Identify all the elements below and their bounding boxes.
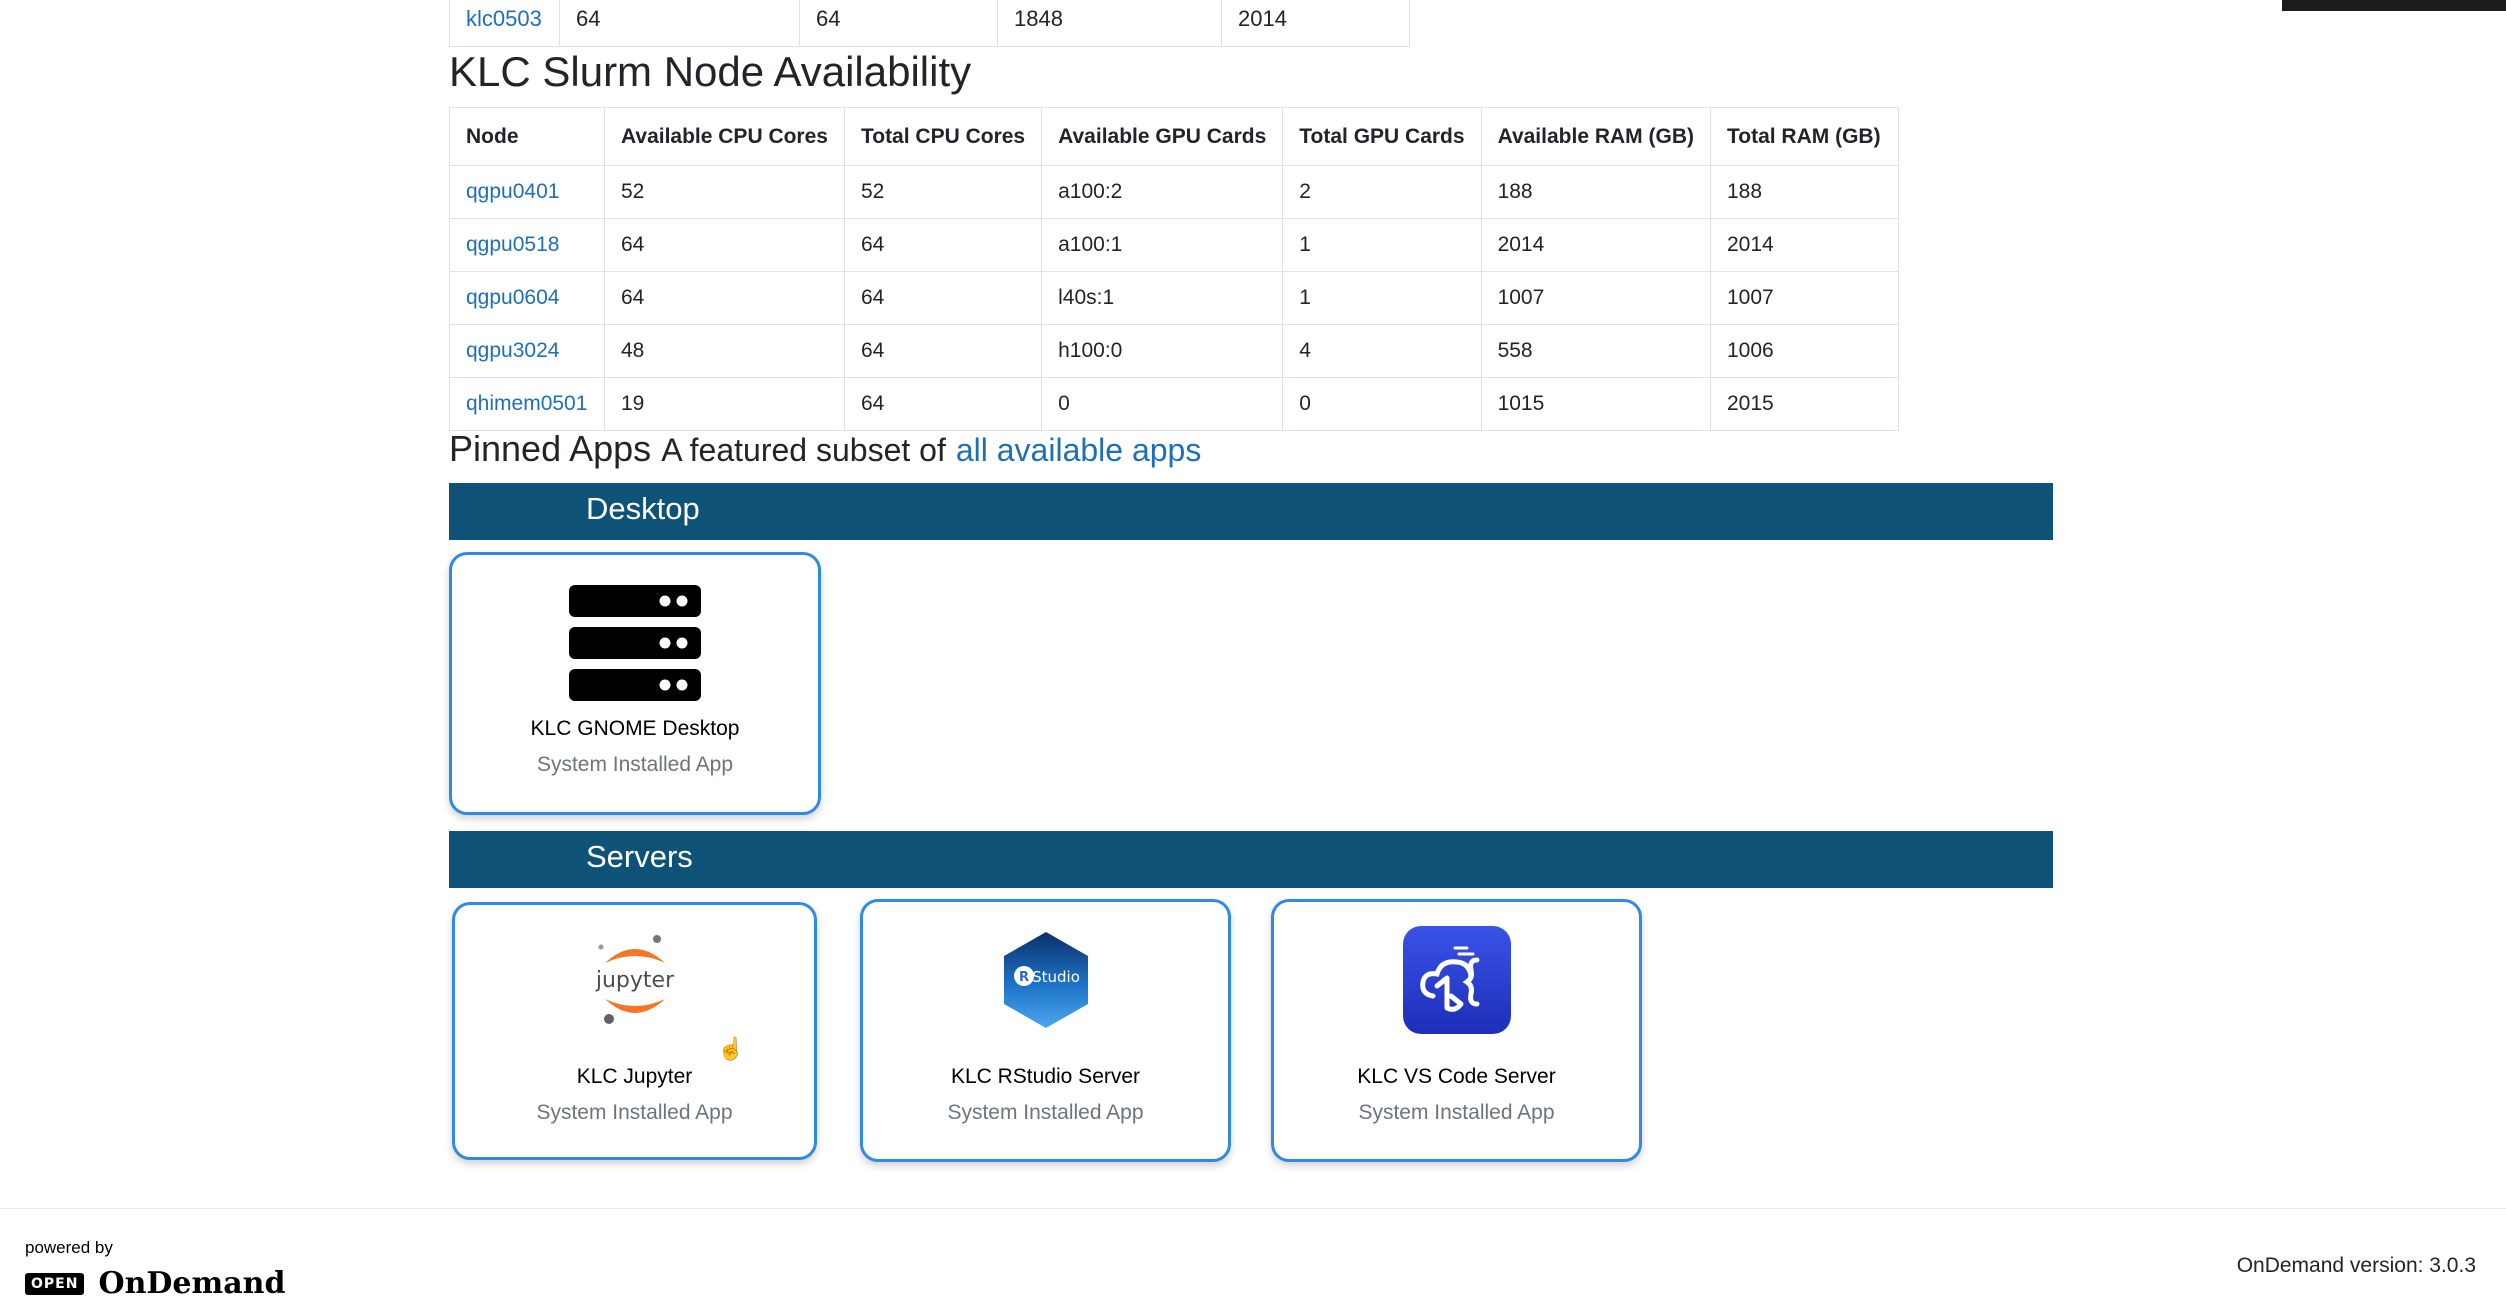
node-link[interactable]: klc0503 [466,6,542,31]
app-card-rstudio[interactable]: R Studio KLC RStudio Server System Insta… [860,899,1231,1162]
table-cell: l40s:1 [1041,271,1284,325]
app-name: KLC VS Code Server [1357,1065,1556,1088]
table-cell: 0 [1282,377,1482,431]
pinned-apps-heading: Pinned Apps A featured subset of all ava… [449,428,1201,470]
server-icon [569,585,701,701]
table-cell: 2 [1282,165,1482,219]
table-cell: 48 [604,324,845,378]
table-cell: 64 [604,271,845,325]
table-cell: h100:0 [1041,324,1284,378]
category-servers: Servers [449,831,2053,888]
table-cell: 4 [1282,324,1482,378]
rstudio-icon: R Studio [1000,930,1092,1030]
table-cell: 64 [843,324,1043,378]
column-header: Total CPU Cores [843,107,1043,166]
all-apps-link[interactable]: all available apps [956,432,1202,468]
ondemand-wordmark: OnDemand [98,1266,286,1301]
table-cell: 2014 [1221,0,1410,47]
table-cell: 52 [604,165,845,219]
footer [0,1208,2506,1298]
jupyter-icon: jupyter [587,929,683,1029]
pinned-apps-subtitle: A featured subset of [661,432,946,468]
table-cell: 2014 [1709,218,1899,272]
node-cell[interactable]: qgpu0518 [449,218,605,272]
table-cell: 558 [1480,324,1711,378]
table-cell: 2015 [1709,377,1899,431]
ondemand-version: OnDemand version: 3.0.3 [2236,1254,2476,1277]
app-type: System Installed App [1358,1101,1555,1124]
node-cell[interactable]: qgpu0604 [449,271,605,325]
table-cell: 1015 [1480,377,1711,431]
table-cell: 1 [1282,218,1482,272]
table-cell: 1007 [1480,271,1711,325]
node-link[interactable]: qgpu0518 [466,233,559,256]
app-type: System Installed App [536,753,734,776]
column-header: Total RAM (GB) [1709,107,1899,166]
ondemand-logo[interactable]: OPEN OnDemand [25,1266,285,1301]
open-badge: OPEN [25,1272,85,1295]
node-cell[interactable]: qhimem0501 [449,377,605,431]
node-link[interactable]: qgpu0604 [466,286,559,309]
table-row: qhimem0501 19 64 0 0 1015 2015 [449,377,1899,431]
table-row: qgpu0401 52 52 a100:2 2 188 188 [449,165,1899,219]
app-name: KLC GNOME Desktop [530,717,740,740]
table-cell: a100:2 [1041,165,1284,219]
table-row: qgpu0604 64 64 l40s:1 1 1007 1007 [449,271,1899,325]
table-cell: 1848 [997,0,1222,47]
table-cell: 64 [559,0,800,47]
jupyter-logo-text: jupyter [594,968,674,993]
table-cell: 64 [604,218,845,272]
table-cell: a100:1 [1041,218,1284,272]
previous-table-partial: klc0503 64 64 1848 2014 [449,0,1410,47]
table-cell: 52 [843,165,1043,219]
node-cell[interactable]: qgpu3024 [449,324,605,378]
node-link[interactable]: qhimem0501 [466,392,587,415]
table-cell[interactable]: klc0503 [449,0,560,47]
table-cell: 64 [843,218,1043,272]
app-name: KLC Jupyter [576,1065,693,1088]
app-name: KLC RStudio Server [950,1065,1141,1088]
table-cell: 188 [1709,165,1899,219]
node-link[interactable]: qgpu0401 [466,180,559,203]
table-row: qgpu3024 48 64 h100:0 4 558 1006 [449,324,1899,378]
app-card-jupyter[interactable]: jupyter KLC Jupyter System Installed App [452,902,817,1160]
column-header: Available RAM (GB) [1480,107,1711,166]
slurm-title: KLC Slurm Node Availability [449,48,972,95]
table-cell: 64 [799,0,998,47]
column-header: Available CPU Cores [604,107,845,166]
table-header-row: Node Available CPU Cores Total CPU Cores… [449,107,1899,166]
node-cell[interactable]: qgpu0401 [449,165,605,219]
column-header: Available GPU Cards [1041,107,1284,166]
table-row: qgpu0518 64 64 a100:1 1 2014 2014 [449,218,1899,272]
category-desktop: Desktop [449,483,2053,540]
rstudio-logo-text: Studio [1032,968,1080,986]
table-cell: 1006 [1709,324,1899,378]
pinned-apps-title: Pinned Apps [449,428,652,469]
app-card-vscode[interactable]: KLC VS Code Server System Installed App [1271,899,1642,1162]
hand-cursor-icon: ☝ [717,1036,745,1061]
app-type: System Installed App [536,1101,733,1124]
table-cell: 1 [1282,271,1482,325]
powered-by-label: powered by [25,1238,113,1257]
top-right-bar [2282,0,2506,11]
table-row: klc0503 64 64 1848 2014 [449,0,1410,47]
app-type: System Installed App [947,1101,1144,1124]
table-cell: 188 [1480,165,1711,219]
node-link[interactable]: qgpu3024 [466,339,559,362]
vscode-icon [1402,926,1511,1034]
rstudio-logo-letter: R [1018,970,1028,985]
table-cell: 1007 [1709,271,1899,325]
table-cell: 19 [604,377,845,431]
table-cell: 0 [1041,377,1284,431]
table-cell: 64 [843,377,1043,431]
column-header: Total GPU Cards [1282,107,1482,166]
column-header: Node [449,107,605,166]
app-card-gnome-desktop[interactable]: KLC GNOME Desktop System Installed App [449,552,821,815]
table-cell: 2014 [1480,218,1711,272]
table-cell: 64 [843,271,1043,325]
slurm-node-table: Node Available CPU Cores Total CPU Cores… [449,107,1899,431]
